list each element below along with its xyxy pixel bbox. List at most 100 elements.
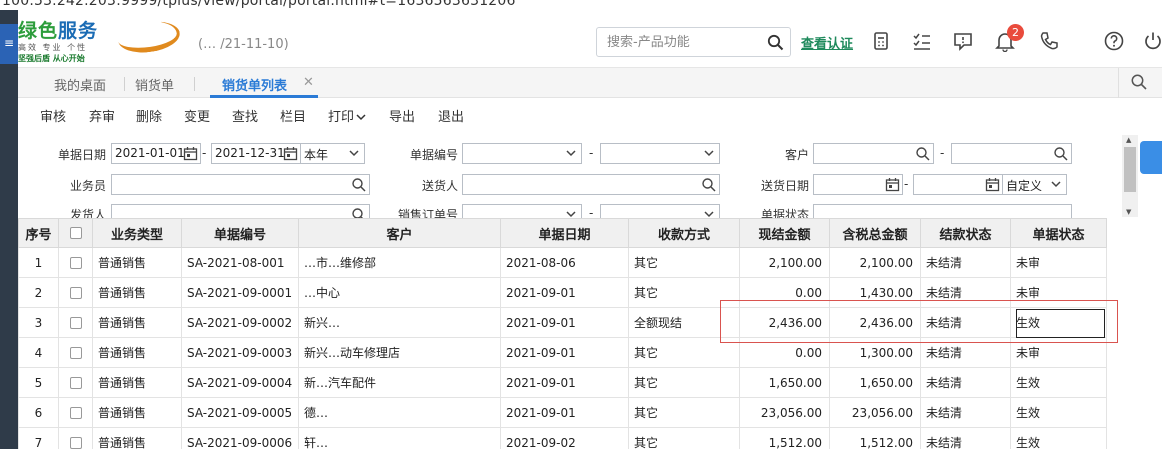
delivery-date-from-field[interactable] [813,174,903,195]
tab-desktop[interactable]: 我的桌面 [54,75,106,94]
table-cell: 2021-09-01 [500,307,629,338]
delivery-range-select[interactable]: 自定义 [1002,174,1067,195]
col-customer[interactable]: 客户 [298,218,501,248]
table-row[interactable]: 5 普通销售 SA-2021-09-0004 新…汽车配件 2021-09-01 其它 1,… [18,367,1107,398]
col-select-all[interactable] [58,218,93,248]
date-to-field[interactable]: 2021-12-31 [211,143,301,164]
verify-link[interactable]: 查看认证 [801,33,853,52]
col-settle-status[interactable]: 结款状态 [920,218,1011,248]
sales-order-to-select[interactable] [600,204,720,218]
calendar-icon[interactable] [183,146,198,161]
col-doc-no[interactable]: 单据编号 [181,218,299,248]
col-payment-method[interactable]: 收款方式 [628,218,740,248]
row-select-cell[interactable] [58,337,93,368]
message-icon[interactable] [952,30,974,52]
calendar-icon[interactable] [283,146,298,161]
table-cell: 1,512.00 [739,427,830,449]
table-row[interactable]: 2 普通销售 SA-2021-09-0001 …中心 2021-09-01 其它 0.00 1… [18,277,1107,308]
table-cell: 其它 [628,247,740,278]
row-checkbox[interactable] [69,347,82,359]
scroll-down-icon[interactable]: ▼ [1126,208,1131,216]
task-list-icon[interactable] [911,30,933,52]
col-doc-date[interactable]: 单据日期 [500,218,629,248]
col-seq[interactable]: 序号 [18,218,59,248]
date-from-field[interactable]: 2021-01-01 [111,143,201,164]
doc-status-select[interactable] [813,204,1072,218]
exit-button[interactable]: 退出 [438,106,464,125]
row-select-cell[interactable] [58,397,93,428]
shipper-field[interactable] [111,204,370,218]
side-panel-toggle[interactable] [1140,141,1162,174]
search-input[interactable] [607,33,757,51]
filter-scrollbar[interactable]: ▲ ▼ [1122,135,1138,217]
customer-from-field[interactable] [813,143,934,164]
columns-button[interactable]: 栏目 [280,106,306,125]
menu-toggle-button[interactable]: ≡ [0,24,18,64]
search-box[interactable] [596,27,791,57]
date-range-select[interactable]: 本年 [300,143,365,164]
tab-sales-delivery[interactable]: 销货单 [135,75,174,94]
address-bar[interactable]: 100.53.242.203:9999/tplus/view/portal/po… [0,0,1162,10]
delivery-date-to-field[interactable] [913,174,1003,195]
table-cell: 2,100.00 [739,247,830,278]
range-dash: - [202,146,207,160]
row-checkbox[interactable] [69,257,82,269]
approve-button[interactable]: 审核 [40,106,66,125]
salesperson-field[interactable] [111,174,370,195]
search-icon[interactable] [767,34,784,51]
row-checkbox[interactable] [69,377,82,389]
unapprove-button[interactable]: 弃审 [89,106,115,125]
print-button[interactable]: 打印 [328,106,366,125]
tab-sales-delivery-list[interactable]: 销货单列表 [222,75,287,94]
row-select-cell[interactable] [58,277,93,308]
table-row[interactable]: 6 普通销售 SA-2021-09-0005 德… 2021-09-01 其它 23,056… [18,397,1107,428]
power-icon[interactable] [1142,30,1162,52]
col-cash-amount[interactable]: 现结金额 [739,218,830,248]
row-checkbox[interactable] [69,407,82,419]
table-row[interactable]: 4 普通销售 SA-2021-09-0003 新兴…动车修理店 2021-09-01 其它… [18,337,1107,368]
table-cell: 未结清 [920,427,1011,449]
table-cell: 普通销售 [92,397,182,428]
chevron-down-icon [349,150,359,157]
sales-order-from-select[interactable] [462,204,582,218]
calendar-icon[interactable] [885,177,900,192]
change-button[interactable]: 变更 [184,106,210,125]
scroll-up-icon[interactable]: ▲ [1126,136,1131,144]
docno-from-select[interactable] [462,143,582,164]
tab-search-icon[interactable] [1130,73,1148,91]
delivery-range-value: 自定义 [1006,179,1043,193]
col-business-type[interactable]: 业务类型 [92,218,182,248]
docno-to-select[interactable] [600,143,720,164]
row-checkbox[interactable] [69,317,82,329]
row-select-cell[interactable] [58,307,93,338]
search-icon[interactable] [915,146,930,161]
table-cell: 其它 [628,367,740,398]
row-checkbox[interactable] [69,437,82,449]
phone-icon[interactable] [1038,30,1060,52]
sales-order-label: 销售订单号 [398,208,459,218]
calculator-icon[interactable] [870,30,892,52]
row-select-cell[interactable] [58,367,93,398]
table-row[interactable]: 3 普通销售 SA-2021-09-0002 新兴… 2021-09-01 全额现结 2,4… [18,307,1107,338]
col-doc-status[interactable]: 单据状态 [1010,218,1107,248]
export-button[interactable]: 导出 [389,106,415,125]
receiver-field[interactable] [462,174,720,195]
help-icon[interactable] [1103,30,1125,52]
calendar-icon[interactable] [985,177,1000,192]
search-icon[interactable] [701,177,716,192]
table-row[interactable]: 7 普通销售 SA-2021-09-0006 轩… 2021-09-02 其它 1,512.… [18,427,1107,449]
row-checkbox[interactable] [69,287,82,299]
search-icon[interactable] [351,207,366,218]
delete-button[interactable]: 删除 [136,106,162,125]
row-select-cell[interactable] [58,247,93,278]
scrollbar-thumb[interactable] [1124,147,1136,192]
find-button[interactable]: 查找 [232,106,258,125]
table-row[interactable]: 1 普通销售 SA-2021-08-001 …市…维修部 2021-08-06 其它 2,1… [18,247,1107,278]
close-icon[interactable]: ✕ [303,75,314,90]
col-total-amount[interactable]: 含税总金额 [829,218,921,248]
search-icon[interactable] [351,177,366,192]
search-icon[interactable] [1053,146,1068,161]
select-all-checkbox[interactable] [69,227,82,239]
customer-to-field[interactable] [951,143,1072,164]
row-select-cell[interactable] [58,427,93,449]
